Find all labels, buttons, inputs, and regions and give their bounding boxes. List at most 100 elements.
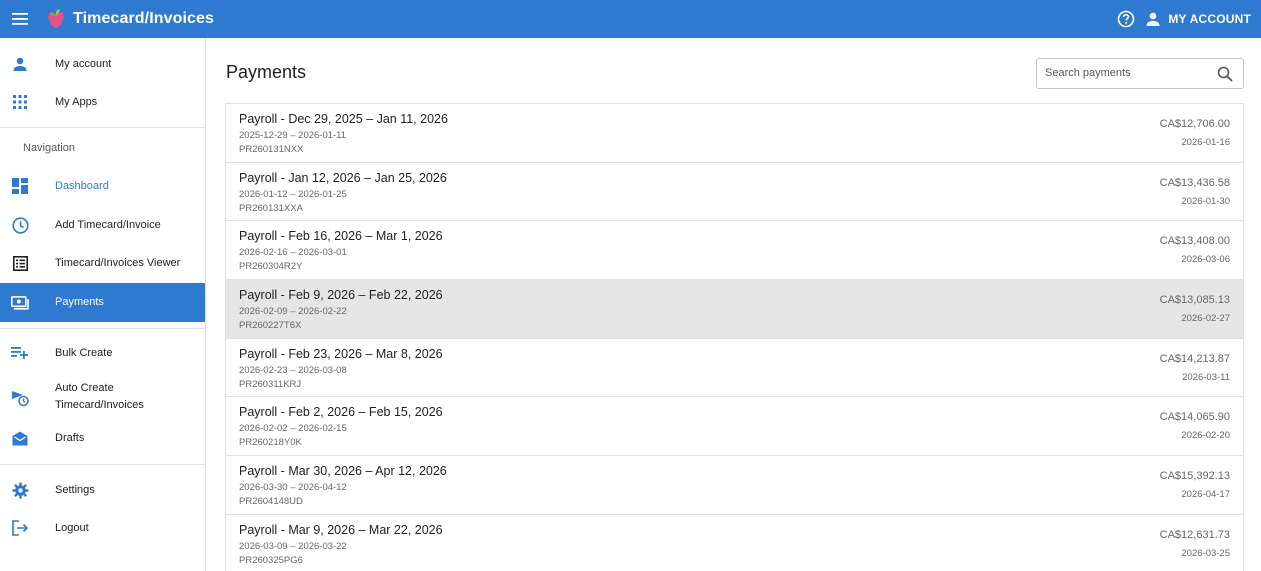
- payment-row[interactable]: Payroll - Feb 16, 2026 – Mar 1, 2026 202…: [226, 221, 1243, 281]
- sidebar-section-header: Navigation: [23, 142, 75, 154]
- sidebar-item-label: My account: [55, 57, 112, 70]
- payments-icon: [11, 294, 29, 312]
- payment-row-highlighted[interactable]: Payroll - Feb 9, 2026 – Feb 22, 2026 202…: [226, 280, 1243, 339]
- payment-amount: CA$14,213.87: [1159, 352, 1230, 365]
- payment-amount: CA$12,706.00: [1159, 118, 1230, 130]
- payment-date-range: 2026-02-23 – 2026-03-08: [239, 364, 347, 376]
- hamburger-menu-icon: [12, 13, 28, 25]
- payment-row[interactable]: Payroll - Mar 30, 2026 – Apr 12, 2026 20…: [226, 456, 1243, 515]
- payment-code: PR260311KRJ: [239, 378, 302, 390]
- payment-title: Payroll - Feb 9, 2026 – Feb 22, 2026: [239, 288, 443, 303]
- payment-date-range: 2026-03-09 – 2026-03-22: [239, 540, 347, 552]
- sidebar-item-label-line2: Timecard/Invoices: [55, 399, 144, 411]
- sidebar-item-label: My Apps: [55, 95, 98, 108]
- sidebar-item-my-apps[interactable]: My Apps: [0, 83, 205, 121]
- sidebar-item-add-timecard[interactable]: Add Timecard/Invoice: [0, 206, 205, 244]
- app-bar: Timecard/Invoices MY ACCOUNT: [0, 0, 1261, 38]
- sidebar-item-payments[interactable]: Payments: [0, 283, 205, 322]
- payment-date: 2026-01-16: [1181, 137, 1230, 148]
- search-icon[interactable]: [1217, 66, 1233, 82]
- sidebar-item-label: Payments: [55, 296, 104, 308]
- payment-row[interactable]: Payroll - Jan 12, 2026 – Jan 25, 2026 20…: [226, 162, 1243, 222]
- payment-amount: CA$13,085.13: [1159, 294, 1230, 307]
- sidebar-item-label: Add Timecard/Invoice: [55, 218, 161, 231]
- sidebar-divider: [0, 127, 205, 128]
- payment-code: PR2604148UD: [239, 496, 303, 508]
- sidebar-item-label: Bulk Create: [55, 346, 113, 359]
- payment-date-range: 2026-03-30 – 2026-04-12: [239, 482, 347, 494]
- payment-row[interactable]: Payroll - Feb 23, 2026 – Mar 8, 2026 202…: [226, 338, 1243, 398]
- payment-date-range: 2025-12-29 – 2026-01-11: [239, 130, 347, 141]
- sidebar-item-bulk-create[interactable]: Bulk Create: [0, 334, 205, 372]
- sidebar-item-dashboard[interactable]: Dashboard: [0, 167, 205, 205]
- help-icon[interactable]: [1117, 9, 1137, 29]
- clock-icon: [11, 216, 29, 234]
- payment-title: Payroll - Feb 2, 2026 – Feb 15, 2026: [239, 405, 443, 420]
- my-account-label: MY ACCOUNT: [1168, 12, 1251, 26]
- payment-row[interactable]: Payroll - Feb 2, 2026 – Feb 15, 2026 202…: [226, 397, 1243, 457]
- app-title: Timecard/Invoices: [73, 10, 215, 27]
- list-view-icon: [11, 254, 29, 272]
- payment-code: PR260227T6X: [239, 320, 302, 332]
- payment-code: PR260325PG6: [239, 554, 303, 566]
- gear-icon: [11, 481, 29, 499]
- payment-title: Payroll - Feb 23, 2026 – Mar 8, 2026: [239, 346, 443, 361]
- sidebar-item-my-account[interactable]: My account: [0, 45, 205, 83]
- payment-date: 2026-02-20: [1181, 430, 1230, 442]
- payment-title: Payroll - Dec 29, 2025 – Jan 11, 2026: [239, 112, 448, 126]
- payment-amount: CA$12,631.73: [1159, 528, 1230, 541]
- my-account-button[interactable]: MY ACCOUNT: [1145, 10, 1251, 28]
- playlist-add-icon: [11, 344, 29, 362]
- payment-title: Payroll - Jan 12, 2026 – Jan 25, 2026: [239, 170, 447, 185]
- page-title: Payments: [226, 62, 307, 82]
- sidebar-item-label: Timecard/Invoices Viewer: [55, 256, 181, 269]
- payment-amount: CA$13,408.00: [1159, 235, 1230, 248]
- person-icon: [11, 55, 29, 73]
- payment-code: PR260218Y0K: [239, 437, 302, 449]
- payment-code: PR260131XXA: [239, 202, 303, 214]
- drafts-icon: [11, 429, 29, 447]
- sidebar-item-label: Auto Create: [55, 382, 114, 394]
- logout-icon: [11, 519, 29, 537]
- sidebar-item-label: Dashboard: [55, 179, 109, 192]
- apps-grid-icon: [11, 93, 29, 111]
- payment-amount: CA$13,436.58: [1159, 176, 1230, 189]
- sidebar-item-logout[interactable]: Logout: [0, 509, 205, 547]
- payment-date-range: 2026-02-02 – 2026-02-15: [239, 423, 347, 435]
- payments-list: Payroll - Dec 29, 2025 – Jan 11, 2026 20…: [225, 103, 1244, 571]
- payment-amount: CA$14,065.90: [1159, 411, 1230, 424]
- dashboard-icon: [11, 177, 29, 195]
- app-logo: [45, 8, 67, 30]
- payment-title: Payroll - Mar 30, 2026 – Apr 12, 2026: [239, 464, 447, 479]
- payment-date: 2026-03-11: [1182, 371, 1230, 383]
- payment-row[interactable]: Payroll - Mar 9, 2026 – Mar 22, 2026 202…: [226, 514, 1243, 571]
- payment-date: 2026-03-25: [1181, 547, 1230, 559]
- sidebar-item-timecard-viewer[interactable]: Timecard/Invoices Viewer: [0, 244, 205, 282]
- payment-date-range: 2026-01-12 – 2026-01-25: [239, 188, 347, 200]
- payment-code: PR260304R2Y: [239, 261, 303, 273]
- sidebar-item-label: Logout: [55, 521, 89, 534]
- sidebar-item-settings[interactable]: Settings: [0, 471, 205, 509]
- payment-date-range: 2026-02-16 – 2026-03-01: [239, 247, 347, 259]
- payment-row[interactable]: Payroll - Dec 29, 2025 – Jan 11, 2026 20…: [226, 104, 1243, 163]
- payment-date-range: 2026-02-09 – 2026-02-22: [239, 306, 347, 318]
- sidebar-item-label: Drafts: [55, 431, 85, 444]
- payment-amount: CA$15,392.13: [1159, 470, 1230, 483]
- sidebar-divider: [0, 328, 205, 329]
- sidebar-divider: [0, 464, 205, 465]
- auto-schedule-icon: [11, 389, 29, 407]
- sidebar: My account My Apps Navigation Dashboard …: [0, 38, 206, 571]
- person-icon: [1145, 10, 1163, 28]
- sidebar-item-auto-create[interactable]: Auto Create Timecard/Invoices: [0, 375, 205, 421]
- menu-button[interactable]: [0, 0, 42, 38]
- payment-date: 2026-03-06: [1181, 254, 1230, 266]
- payment-code: PR260131NXX: [239, 144, 304, 155]
- payment-title: Payroll - Mar 9, 2026 – Mar 22, 2026: [239, 522, 443, 537]
- sidebar-item-label: Settings: [55, 483, 95, 496]
- search-box[interactable]: [1036, 58, 1244, 89]
- search-input[interactable]: [1045, 67, 1205, 79]
- payment-date: 2026-01-30: [1181, 195, 1230, 207]
- sidebar-item-drafts[interactable]: Drafts: [0, 419, 205, 457]
- payment-date: 2026-02-27: [1181, 313, 1230, 325]
- payment-date: 2026-04-17: [1181, 489, 1230, 501]
